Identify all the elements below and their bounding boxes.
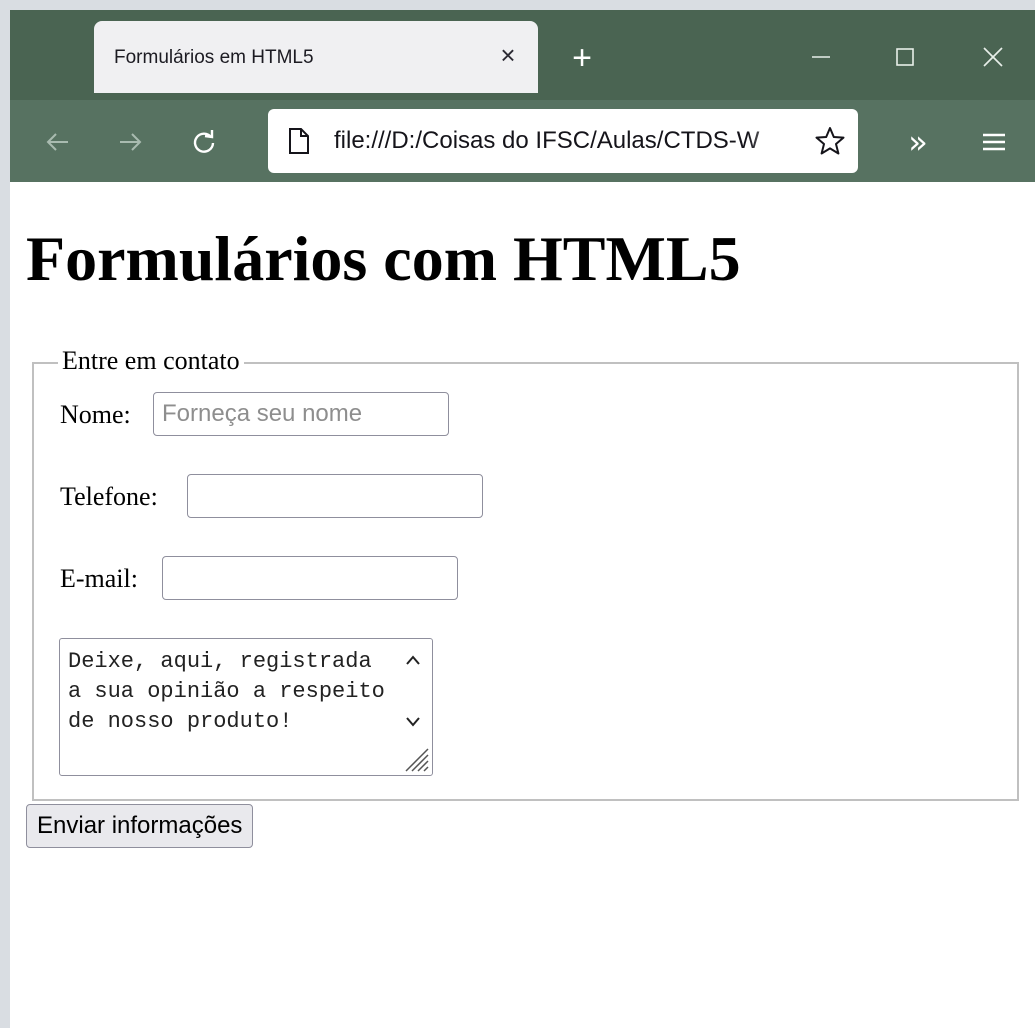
forward-icon[interactable] bbox=[110, 122, 150, 162]
navigation-toolbar: file:///D:/Coisas do IFSC/Aulas/CTDS-W » bbox=[10, 100, 1035, 182]
scroll-down-icon[interactable] bbox=[402, 711, 424, 733]
title-bar: Formulários em HTML5 × + bbox=[10, 10, 1035, 100]
close-window-icon[interactable] bbox=[970, 34, 1016, 80]
name-label: Nome: bbox=[60, 400, 131, 429]
page-title: Formulários com HTML5 bbox=[26, 223, 741, 294]
browser-tab[interactable]: Formulários em HTML5 × bbox=[94, 21, 538, 93]
email-input[interactable] bbox=[162, 556, 458, 600]
url-text[interactable]: file:///D:/Coisas do IFSC/Aulas/CTDS-W bbox=[334, 127, 794, 155]
url-fade bbox=[748, 119, 808, 163]
tab-title: Formulários em HTML5 bbox=[114, 47, 314, 68]
message-text[interactable]: Deixe, aqui, registrada a sua opinião a … bbox=[68, 647, 388, 737]
email-label: E-mail: bbox=[60, 564, 138, 593]
submit-button[interactable]: Enviar informações bbox=[26, 804, 254, 848]
name-input[interactable] bbox=[153, 392, 449, 436]
overflow-chevron-icon[interactable]: » bbox=[898, 122, 938, 162]
fieldset-legend: Entre em contato bbox=[58, 346, 244, 376]
tab-close-icon[interactable]: × bbox=[494, 40, 522, 70]
url-bar[interactable]: file:///D:/Coisas do IFSC/Aulas/CTDS-W bbox=[268, 109, 858, 173]
phone-input[interactable] bbox=[187, 474, 483, 518]
new-tab-icon[interactable]: + bbox=[566, 41, 598, 75]
page-document-icon bbox=[286, 127, 312, 160]
maximize-icon[interactable] bbox=[882, 34, 928, 80]
page-content: Formulários com HTML5 Entre em contato N… bbox=[10, 182, 1035, 1028]
back-icon[interactable] bbox=[38, 122, 78, 162]
reload-icon[interactable] bbox=[184, 122, 224, 162]
resize-grip-icon[interactable] bbox=[400, 743, 430, 773]
minimize-icon[interactable] bbox=[798, 34, 844, 80]
phone-label: Telefone: bbox=[60, 482, 158, 511]
message-textarea[interactable]: Deixe, aqui, registrada a sua opinião a … bbox=[59, 638, 433, 776]
bookmark-star-icon[interactable] bbox=[814, 125, 846, 162]
scroll-up-icon[interactable] bbox=[402, 649, 424, 671]
menu-icon[interactable] bbox=[974, 122, 1014, 162]
